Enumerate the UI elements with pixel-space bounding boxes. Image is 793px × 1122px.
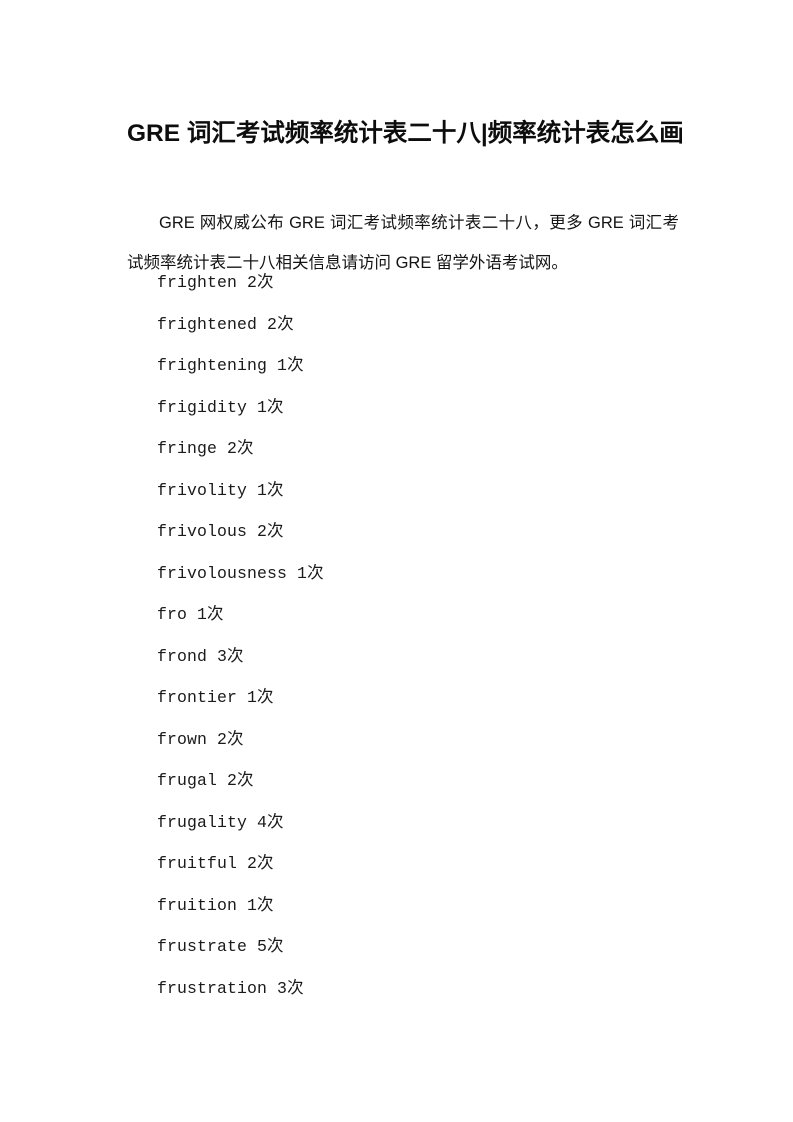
page-title: GRE 词汇考试频率统计表二十八|频率统计表怎么画 (127, 120, 684, 148)
list-item: frightened 2次 (157, 304, 677, 346)
word-term: frond (157, 646, 208, 666)
word-count: 1 (257, 480, 268, 500)
word-term: fro (157, 605, 188, 624)
word-count: 5 (257, 937, 268, 956)
list-item: fruition 1次 (157, 885, 677, 927)
word-count-unit: 次 (207, 605, 224, 623)
word-term: frustrate (157, 937, 248, 956)
list-item: frightening 1次 (157, 345, 677, 387)
word-term: frigidity (157, 397, 248, 417)
word-count-unit: 次 (267, 812, 284, 831)
word-count-unit: 次 (267, 522, 284, 540)
list-item: frivolity 1次 (157, 470, 677, 512)
word-count: 2 (257, 522, 268, 541)
word-count: 2 (267, 314, 278, 334)
word-count: 1 (197, 605, 208, 624)
word-count: 2 (247, 854, 258, 873)
word-count: 3 (277, 978, 288, 998)
word-count: 3 (217, 646, 228, 666)
word-term: frightened (157, 314, 258, 334)
word-count: 4 (257, 812, 268, 832)
word-count-unit: 次 (277, 314, 294, 333)
word-count: 1 (257, 397, 268, 417)
list-item: frighten 2次 (157, 262, 677, 304)
word-count-unit: 次 (257, 273, 274, 291)
list-item: frugal 2次 (157, 760, 677, 802)
word-count-unit: 次 (287, 356, 304, 374)
word-count-unit: 次 (267, 937, 284, 955)
word-frequency-list: frighten 2次 frightened 2次 frightening 1次 fr… (157, 262, 677, 1009)
list-item: fro 1次 (157, 594, 677, 636)
word-count: 1 (247, 688, 258, 707)
list-item: frond 3次 (157, 636, 677, 678)
word-count: 1 (277, 356, 288, 375)
word-term: frightening (157, 356, 268, 375)
word-count-unit: 次 (257, 895, 274, 914)
word-count: 2 (227, 439, 238, 458)
word-term: frontier (157, 688, 238, 707)
word-count-unit: 次 (257, 854, 274, 872)
word-count-unit: 次 (267, 397, 284, 416)
list-item: frustrate 5次 (157, 926, 677, 968)
document-page: GRE 词汇考试频率统计表二十八|频率统计表怎么画 GRE 网权威公布 GRE … (0, 0, 793, 1122)
word-count-unit: 次 (237, 439, 254, 457)
word-term: frivolous (157, 522, 248, 541)
word-term: frugal (157, 771, 218, 790)
word-term: frivolity (157, 480, 248, 500)
word-count-unit: 次 (267, 480, 284, 499)
list-item: frontier 1次 (157, 677, 677, 719)
word-term: frustration (157, 978, 268, 998)
word-term: fruitful (157, 854, 238, 873)
word-count-unit: 次 (307, 563, 324, 582)
list-item: frustration 3次 (157, 968, 677, 1010)
word-count: 1 (297, 563, 308, 583)
word-term: frighten (157, 273, 238, 292)
word-term: frivolousness (157, 563, 288, 583)
list-item: fringe 2次 (157, 428, 677, 470)
list-item: frown 2次 (157, 719, 677, 761)
word-count: 2 (247, 273, 258, 292)
word-count-unit: 次 (227, 729, 244, 748)
word-count-unit: 次 (237, 771, 254, 789)
word-term: frown (157, 729, 208, 749)
word-count-unit: 次 (257, 688, 274, 706)
word-count-unit: 次 (227, 646, 244, 665)
list-item: frugality 4次 (157, 802, 677, 844)
word-count-unit: 次 (287, 978, 304, 997)
word-term: fringe (157, 439, 218, 458)
list-item: fruitful 2次 (157, 843, 677, 885)
word-term: fruition (157, 895, 238, 915)
word-count: 2 (217, 729, 228, 749)
word-count: 2 (227, 771, 238, 790)
word-count: 1 (247, 895, 258, 915)
list-item: frivolousness 1次 (157, 553, 677, 595)
list-item: frigidity 1次 (157, 387, 677, 429)
word-term: frugality (157, 812, 248, 832)
list-item: frivolous 2次 (157, 511, 677, 553)
